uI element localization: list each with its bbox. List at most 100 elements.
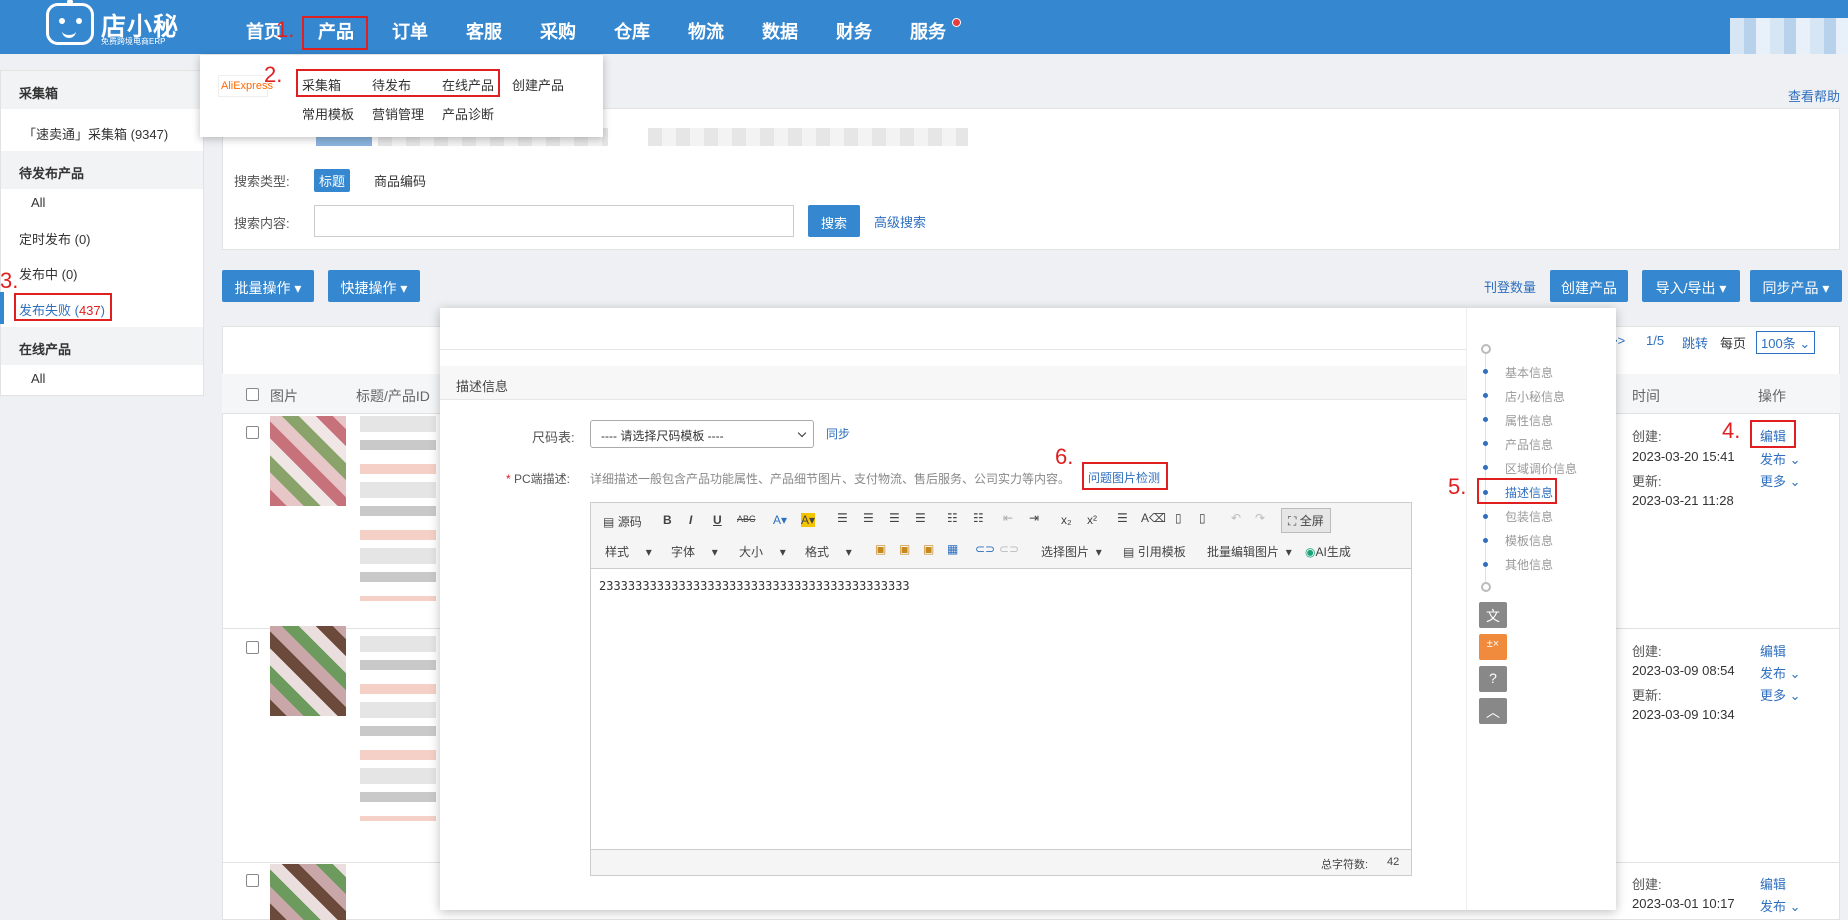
nav-finance[interactable]: 财务 xyxy=(836,18,872,44)
bullet-list-icon[interactable]: ☷ xyxy=(947,511,958,525)
paste-text-icon[interactable]: ▣ xyxy=(899,542,910,556)
size-sync-link[interactable]: 同步 xyxy=(826,425,850,442)
nav-dxm-info[interactable]: 店小秘信息 xyxy=(1505,388,1565,405)
undo-icon[interactable]: ↶ xyxy=(1231,511,1241,525)
outdent-icon[interactable]: ⇤ xyxy=(1003,511,1013,525)
user-avatar-area[interactable] xyxy=(1730,18,1848,54)
align-center-icon[interactable]: ☰ xyxy=(863,511,874,525)
translate-icon[interactable]: 文 xyxy=(1479,602,1507,628)
menu-marketing[interactable]: 营销管理 xyxy=(372,104,424,123)
calculator-icon[interactable]: ±× xyxy=(1479,634,1507,660)
nav-purchase[interactable]: 采购 xyxy=(540,18,576,44)
nav-orders[interactable]: 订单 xyxy=(392,18,428,44)
batch-operation-button[interactable]: 批量操作 ▾ xyxy=(222,270,314,302)
row-checkbox[interactable] xyxy=(246,426,259,439)
product-title-blurred[interactable] xyxy=(360,636,436,821)
style-select[interactable]: 样式 ▾ xyxy=(605,543,652,560)
nav-product-info[interactable]: 产品信息 xyxy=(1505,436,1553,453)
row-edit-link[interactable]: 编辑 xyxy=(1760,874,1786,893)
row-more-link[interactable]: 更多 ⌄ xyxy=(1760,685,1801,704)
nav-template-info[interactable]: 模板信息 xyxy=(1505,532,1553,549)
size-select[interactable]: 大小 ▾ xyxy=(739,543,786,560)
sidebar-item-publishing[interactable]: 发布中 (0) xyxy=(19,264,78,283)
paste-icon[interactable]: ▣ xyxy=(875,542,886,556)
search-type-sku[interactable]: 商品编码 xyxy=(374,171,426,190)
subscript-icon[interactable]: x₂ xyxy=(1061,513,1072,527)
menu-templates[interactable]: 常用模板 xyxy=(302,104,354,123)
import-export-button[interactable]: 导入/导出 ▾ xyxy=(1642,270,1740,302)
listing-count-link[interactable]: 刊登数量 xyxy=(1484,277,1536,296)
help-icon[interactable]: ? xyxy=(1479,666,1507,692)
row-checkbox[interactable] xyxy=(246,641,259,654)
new-document-icon[interactable]: ▯ xyxy=(1175,511,1182,525)
product-thumbnail[interactable] xyxy=(270,626,346,716)
unlink-icon[interactable]: ⊂⊃ xyxy=(999,542,1019,556)
select-image-button[interactable]: 选择图片 ▾ xyxy=(1041,543,1102,560)
row-publish-link[interactable]: 发布 ⌄ xyxy=(1760,896,1801,915)
indent-icon[interactable]: ⇥ xyxy=(1029,511,1039,525)
highlight-color-icon[interactable]: A▾ xyxy=(801,513,816,527)
align-left-icon[interactable]: ☰ xyxy=(837,511,848,525)
nav-logistics[interactable]: 物流 xyxy=(688,18,724,44)
numbered-list-icon[interactable]: ☷ xyxy=(973,511,984,525)
fullscreen-button[interactable]: ⛶ 全屏 xyxy=(1281,508,1331,533)
italic-icon[interactable]: I xyxy=(689,513,692,527)
ai-generate-button[interactable]: ◉AI生成 xyxy=(1305,543,1351,560)
search-type-title[interactable]: 标题 xyxy=(314,169,351,192)
row-publish-link[interactable]: 发布 ⌄ xyxy=(1760,449,1801,468)
horizontal-rule-icon[interactable]: ☰ xyxy=(1117,511,1128,525)
nav-attribute-info[interactable]: 属性信息 xyxy=(1505,412,1553,429)
strikethrough-icon[interactable]: ABC xyxy=(737,514,756,524)
align-right-icon[interactable]: ☰ xyxy=(889,511,900,525)
aliexpress-logo[interactable]: AliExpress xyxy=(218,75,273,97)
select-all-checkbox[interactable] xyxy=(246,388,259,401)
nav-warehouse[interactable]: 仓库 xyxy=(614,18,650,44)
nav-package-info[interactable]: 包装信息 xyxy=(1505,508,1553,525)
nav-other-info[interactable]: 其他信息 xyxy=(1505,556,1553,573)
nav-basic-info[interactable]: 基本信息 xyxy=(1505,364,1553,381)
font-color-icon[interactable]: A▾ xyxy=(773,513,787,527)
nav-service[interactable]: 客服 xyxy=(466,18,502,44)
underline-icon[interactable]: U xyxy=(713,513,722,527)
sidebar-item-all-online[interactable]: All xyxy=(31,371,45,386)
pager-jump[interactable]: 跳转 xyxy=(1682,333,1708,352)
superscript-icon[interactable]: x² xyxy=(1087,513,1097,527)
editor-content[interactable]: 2333333333333333333333333333333333333333… xyxy=(599,579,910,593)
search-input[interactable] xyxy=(314,205,794,237)
clear-format-icon[interactable]: A⌫ xyxy=(1141,511,1166,525)
sync-product-button[interactable]: 同步产品 ▾ xyxy=(1750,270,1842,302)
menu-create-product[interactable]: 创建产品 xyxy=(512,75,564,94)
quick-operation-button[interactable]: 快捷操作 ▾ xyxy=(328,270,420,302)
sidebar-item-scheduled[interactable]: 定时发布 (0) xyxy=(19,229,91,248)
rich-text-editor[interactable]: ▤ 源码 B I U ABC A▾ A▾ ☰ ☰ ☰ ☰ ☷ ☷ ⇤ ⇥ x₂ … xyxy=(590,502,1412,876)
redo-icon[interactable]: ↷ xyxy=(1255,511,1265,525)
help-link[interactable]: 查看帮助 xyxy=(1788,86,1840,105)
nav-region-price-info[interactable]: 区域调价信息 xyxy=(1505,460,1577,477)
row-checkbox[interactable] xyxy=(246,874,259,887)
nav-data[interactable]: 数据 xyxy=(762,18,798,44)
table-icon[interactable]: ▦ xyxy=(947,542,958,556)
align-justify-icon[interactable]: ☰ xyxy=(915,511,926,525)
search-button[interactable]: 搜索 xyxy=(808,205,860,237)
store-filter-option[interactable] xyxy=(648,128,968,146)
size-chart-select[interactable]: ---- 请选择尺码模板 ---- xyxy=(590,420,814,448)
menu-diagnosis[interactable]: 产品诊断 xyxy=(442,104,494,123)
bold-icon[interactable]: B xyxy=(663,513,672,527)
advanced-search-link[interactable]: 高级搜索 xyxy=(874,212,926,231)
batch-edit-image-button[interactable]: 批量编辑图片 ▾ xyxy=(1207,543,1292,560)
link-icon[interactable]: ⊂⊃ xyxy=(975,542,995,556)
back-to-top-icon[interactable]: ︿ xyxy=(1479,698,1507,724)
sidebar-item-all[interactable]: All xyxy=(31,195,45,210)
row-more-link[interactable]: 更多 ⌄ xyxy=(1760,471,1801,490)
font-select[interactable]: 字体 ▾ xyxy=(671,543,718,560)
preview-icon[interactable]: ▯ xyxy=(1199,511,1206,525)
reference-template-button[interactable]: ▤ 引用模板 xyxy=(1123,543,1186,560)
create-product-button[interactable]: 创建产品 xyxy=(1550,270,1628,302)
sidebar-item-collect-box[interactable]: 「速卖通」采集箱 (9347) xyxy=(23,124,168,143)
product-title-blurred[interactable] xyxy=(360,416,436,601)
product-thumbnail[interactable] xyxy=(270,416,346,506)
row-edit-link[interactable]: 编辑 xyxy=(1760,641,1786,660)
format-select[interactable]: 格式 ▾ xyxy=(805,543,852,560)
nav-services[interactable]: 服务 xyxy=(910,18,946,44)
per-page-select[interactable]: 100条 ⌄ xyxy=(1756,331,1816,354)
